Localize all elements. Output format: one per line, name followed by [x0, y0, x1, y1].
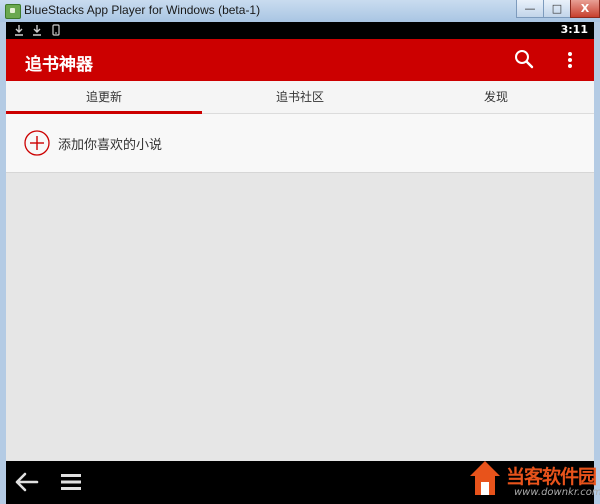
bluestacks-app-icon [5, 4, 21, 19]
app-bar: 追书神器 [6, 39, 594, 81]
add-novel-row[interactable]: 添加你喜欢的小说 [6, 114, 594, 173]
add-circle-icon[interactable] [24, 130, 50, 156]
download-icon [14, 24, 24, 39]
download-icon [32, 24, 42, 39]
window-frame-right [594, 22, 600, 504]
tab-discover[interactable]: 发现 [398, 81, 594, 113]
watermark-text: 当客软件园 [506, 466, 597, 488]
phone-icon [51, 24, 61, 39]
menu-icon[interactable] [60, 472, 82, 492]
tab-updates[interactable]: 追更新 [6, 81, 202, 113]
maximize-button[interactable]: □ [543, 0, 571, 18]
search-icon[interactable] [514, 49, 534, 69]
back-arrow-icon[interactable] [14, 471, 40, 493]
close-button[interactable]: X [570, 0, 600, 18]
content-area [6, 173, 594, 461]
android-status-bar: 3:11 [6, 22, 594, 39]
watermark-url: www.downkr.com [514, 487, 600, 498]
window-title-bar[interactable]: BlueStacks App Player for Windows (beta-… [0, 0, 600, 23]
minimize-button[interactable]: — [516, 0, 544, 18]
app-title: 追书神器 [25, 55, 93, 75]
status-time: 3:11 [560, 23, 588, 36]
window-title: BlueStacks App Player for Windows (beta-… [24, 3, 261, 17]
watermark-logo [468, 458, 502, 498]
tab-bar: 追更新 追书社区 发现 [6, 81, 594, 114]
tab-community[interactable]: 追书社区 [202, 81, 398, 113]
add-novel-label: 添加你喜欢的小说 [58, 138, 163, 153]
more-options-icon[interactable] [566, 50, 574, 70]
